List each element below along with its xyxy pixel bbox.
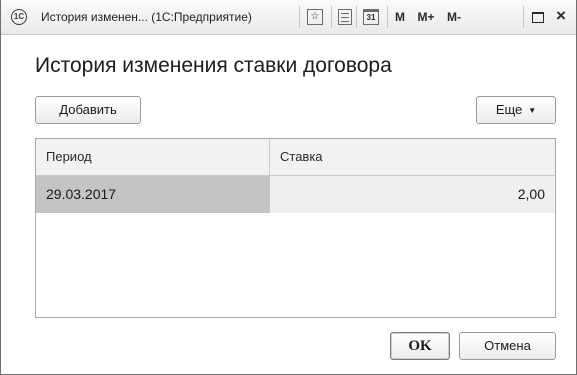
titlebar-separator [387, 6, 388, 28]
chevron-down-icon: ▼ [528, 105, 537, 115]
table-header: Период Ставка [36, 139, 555, 176]
titlebar-separator [356, 6, 357, 28]
maximize-icon[interactable] [532, 12, 544, 23]
page-title: История изменения ставки договора [35, 54, 392, 77]
close-icon[interactable]: × [553, 7, 569, 25]
calendar-icon[interactable]: 31 [363, 9, 379, 25]
column-header-rate[interactable]: Ставка [270, 139, 555, 175]
titlebar-separator [331, 6, 332, 28]
1c-logo-icon[interactable]: 1С [11, 9, 27, 25]
memory-plus-button[interactable]: M+ [414, 8, 438, 26]
add-button[interactable]: Добавить [35, 96, 141, 124]
column-header-period[interactable]: Период [36, 139, 270, 175]
table-row[interactable]: 29.03.2017 2,00 [36, 176, 555, 213]
titlebar-separator [299, 6, 300, 28]
window-title: История изменен... (1С:Предприятие) [41, 10, 252, 24]
memory-minus-button[interactable]: M- [442, 8, 466, 26]
cell-rate[interactable]: 2,00 [270, 176, 555, 213]
more-button[interactable]: Еще ▼ [476, 96, 556, 124]
cancel-button[interactable]: Отмена [459, 332, 556, 360]
title-bar[interactable]: 1С История изменен... (1С:Предприятие) ☆… [1, 0, 576, 35]
favorite-star-icon[interactable]: ☆ [307, 9, 323, 25]
cell-period[interactable]: 29.03.2017 [36, 176, 270, 213]
memory-m-button[interactable]: M [393, 8, 407, 26]
calculator-icon[interactable] [338, 9, 352, 25]
rate-history-table[interactable]: Период Ставка 29.03.2017 2,00 [35, 138, 556, 318]
dialog-window: 1С История изменен... (1С:Предприятие) ☆… [0, 0, 577, 375]
more-button-label: Еще [495, 102, 523, 117]
titlebar-separator [523, 6, 524, 28]
ok-button[interactable]: OK [390, 332, 450, 360]
